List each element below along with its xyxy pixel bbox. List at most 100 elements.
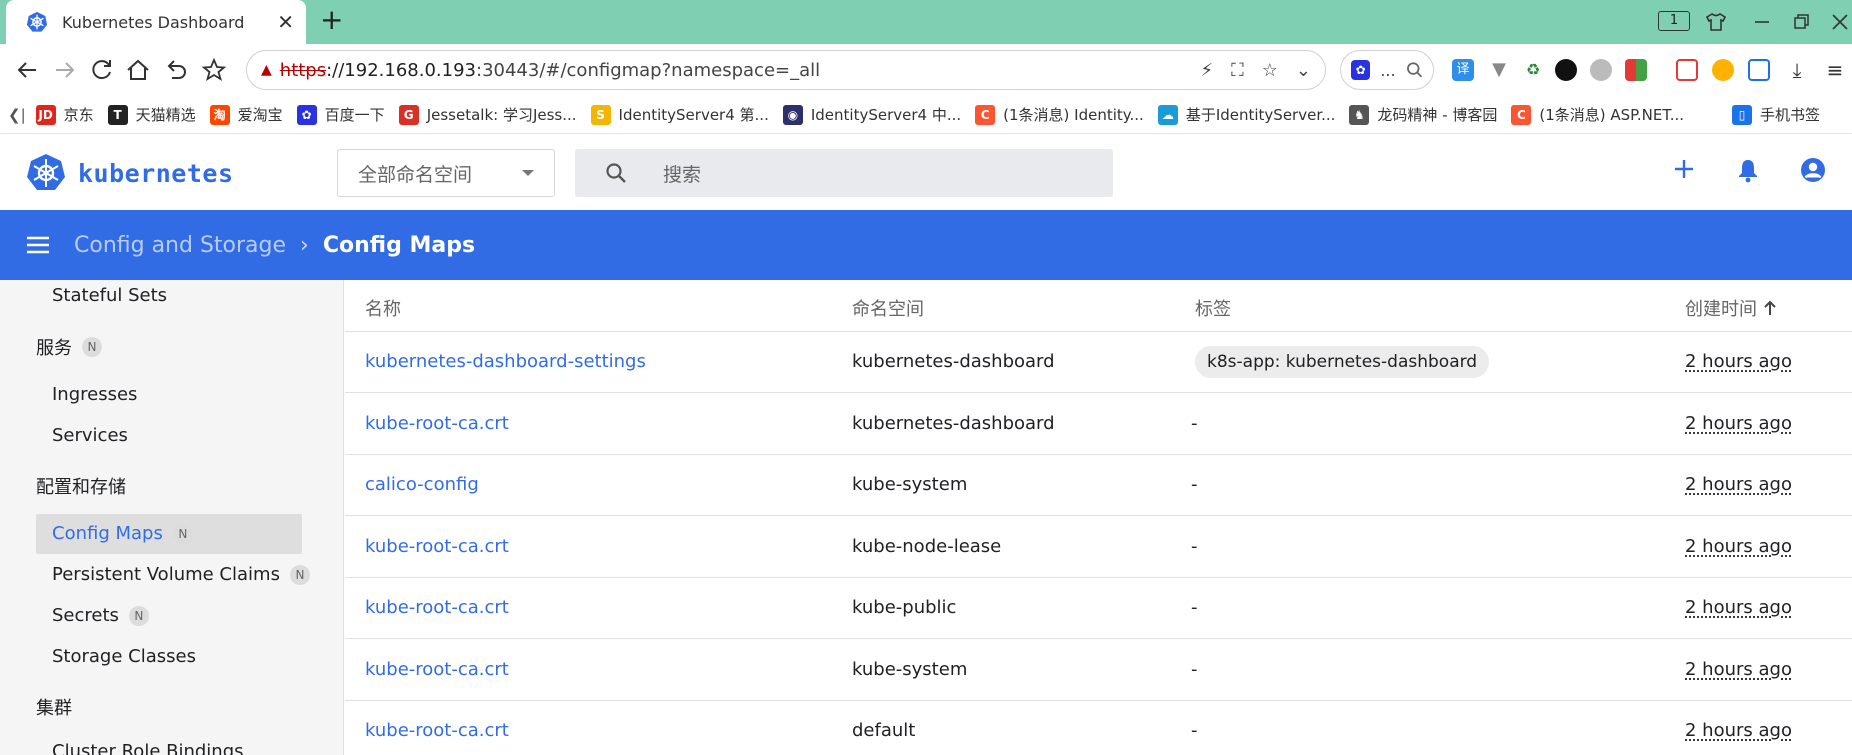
back-icon[interactable] bbox=[14, 56, 42, 84]
sidebar-item-ingresses[interactable]: Ingresses bbox=[52, 384, 137, 405]
bookmark-label: IdentityServer4 中... bbox=[810, 106, 962, 124]
bookmark-item[interactable]: ◉ IdentityServer4 中... bbox=[782, 104, 962, 125]
breadcrumb-chevron-icon: › bbox=[300, 232, 309, 258]
window-count-badge[interactable]: 1 bbox=[1658, 11, 1690, 31]
apps-grid-icon[interactable] bbox=[1625, 59, 1647, 81]
config-map-name-link[interactable]: kube-root-ca.crt bbox=[365, 413, 509, 434]
column-header-name[interactable]: 名称 bbox=[365, 295, 401, 321]
magnifier-icon[interactable] bbox=[1406, 61, 1423, 79]
sidebar-item-label: Config Maps bbox=[52, 523, 163, 544]
breadcrumb-config-and-storage[interactable]: Config and Storage bbox=[74, 233, 286, 258]
crop-icon[interactable] bbox=[1748, 59, 1770, 81]
bookmark-item[interactable]: G Jessetalk: 学习Jess... bbox=[398, 104, 577, 125]
bookmark-label: (1条消息) Identity... bbox=[1003, 106, 1144, 124]
sidebar-item-label: Secrets bbox=[52, 605, 119, 626]
sidebar-item-services[interactable]: Services bbox=[52, 425, 128, 446]
pdf-icon[interactable] bbox=[1676, 59, 1698, 81]
browser-search-box[interactable]: ✿ ... bbox=[1340, 50, 1434, 90]
url-protocol: https bbox=[279, 59, 327, 81]
menu-icon[interactable]: ≡ bbox=[1824, 59, 1846, 81]
insecure-warning-icon[interactable]: ▲ bbox=[261, 62, 272, 78]
sidebar-item-persistent-volume-claims[interactable]: Persistent Volume Claims N bbox=[52, 564, 310, 585]
baidu-search-icon: ✿ bbox=[1351, 60, 1371, 80]
namespace-cell: kube-node-lease bbox=[852, 535, 1002, 557]
gray-extension-icon[interactable] bbox=[1590, 59, 1612, 81]
label-cell: - bbox=[1191, 597, 1198, 618]
bookmark-item[interactable]: C (1条消息) ASP.NET... bbox=[1511, 104, 1684, 125]
created-time-cell: 2 hours ago bbox=[1685, 474, 1792, 495]
identityserver-icon: S bbox=[590, 104, 611, 125]
table-row: kube-root-ca.crt default - 2 hours ago bbox=[345, 701, 1852, 755]
forward-icon[interactable] bbox=[50, 56, 78, 84]
moon-icon[interactable] bbox=[1712, 59, 1734, 81]
green-extension-icon[interactable]: ♻ bbox=[1522, 59, 1544, 81]
minimize-icon[interactable] bbox=[1752, 12, 1772, 32]
search-input[interactable]: 搜索 bbox=[575, 149, 1113, 197]
taobao-icon: 淘 bbox=[209, 104, 230, 125]
reload-icon[interactable] bbox=[88, 56, 116, 84]
sidebar-section-cluster[interactable]: 集群 bbox=[36, 694, 72, 720]
label-chip[interactable]: k8s-app: kubernetes-dashboard bbox=[1195, 346, 1490, 378]
address-bar[interactable]: ▲ https://192.168.0.193:30443/#/configma… bbox=[246, 50, 1326, 90]
sidebar-section-services[interactable]: 服务 N bbox=[36, 334, 102, 360]
bookmark-item[interactable]: ♞ 龙码精神 - 博客园 bbox=[1349, 104, 1497, 125]
url-text[interactable]: https://192.168.0.193:30443/#/configmap?… bbox=[280, 60, 1201, 81]
browser-tab[interactable]: Kubernetes Dashboard ✕ bbox=[6, 0, 306, 44]
vue-devtools-icon[interactable]: ▼ bbox=[1488, 59, 1510, 81]
bookmark-item[interactable]: ✿ 百度一下 bbox=[296, 104, 385, 125]
bookmark-label: (1条消息) ASP.NET... bbox=[1539, 106, 1685, 124]
bookmark-star-icon[interactable] bbox=[200, 56, 228, 84]
bookmark-label: Jessetalk: 学习Jess... bbox=[426, 106, 577, 124]
skin-shirt-icon[interactable] bbox=[1705, 12, 1727, 32]
sidebar-item-stateful-sets[interactable]: Stateful Sets bbox=[52, 285, 167, 306]
favorite-icon[interactable]: ☆ bbox=[1262, 60, 1278, 81]
bookmark-item[interactable]: S IdentityServer4 第... bbox=[590, 104, 769, 125]
bookmark-item[interactable]: ☁ 基于IdentityServer... bbox=[1157, 104, 1335, 125]
config-map-name-link[interactable]: kube-root-ca.crt bbox=[365, 720, 509, 741]
config-map-name-link[interactable]: kube-root-ca.crt bbox=[365, 536, 509, 557]
config-map-name-link[interactable]: kube-root-ca.crt bbox=[365, 659, 509, 680]
config-maps-table: 名称 命名空间 标签 创建时间 kubernetes-dashboard-set… bbox=[345, 280, 1852, 755]
home-icon[interactable] bbox=[124, 56, 152, 84]
bookmark-item[interactable]: 淘爱淘宝 bbox=[209, 104, 283, 125]
bookmark-item[interactable]: ▯ 手机书签 bbox=[1732, 104, 1820, 125]
lightning-icon[interactable]: ⚡ bbox=[1201, 60, 1214, 81]
config-map-name-link[interactable]: calico-config bbox=[365, 474, 479, 495]
config-map-name-link[interactable]: kube-root-ca.crt bbox=[365, 597, 509, 618]
translate-icon[interactable]: 译 bbox=[1452, 59, 1474, 81]
bookmark-item[interactable]: JD 京东 bbox=[35, 104, 94, 125]
namespace-cell: default bbox=[852, 720, 916, 741]
account-icon[interactable] bbox=[1800, 157, 1826, 183]
add-icon[interactable] bbox=[1672, 157, 1696, 181]
bookmark-item[interactable]: T 天猫精选 bbox=[107, 104, 196, 125]
screenshot-icon[interactable]: ⛶ bbox=[1231, 60, 1244, 81]
label-cell: - bbox=[1191, 720, 1198, 741]
search-engine-label: ... bbox=[1380, 60, 1396, 80]
undo-close-tab-icon[interactable] bbox=[162, 56, 190, 84]
tab-close-icon[interactable]: ✕ bbox=[277, 12, 294, 32]
kubernetes-logo[interactable]: kubernetes bbox=[26, 153, 234, 193]
download-icon[interactable]: ⤓ bbox=[1786, 59, 1808, 81]
namespaced-badge: N bbox=[82, 337, 102, 357]
notifications-bell-icon[interactable] bbox=[1736, 157, 1760, 183]
sidebar-item-label: Storage Classes bbox=[52, 646, 196, 667]
column-header-label: 创建时间 bbox=[1685, 299, 1757, 320]
window-close-icon[interactable] bbox=[1830, 12, 1850, 32]
sidebar-item-config-maps[interactable]: Config Maps N bbox=[52, 523, 193, 544]
bookmark-item[interactable]: C (1条消息) Identity... bbox=[975, 104, 1144, 125]
restore-icon[interactable] bbox=[1792, 12, 1812, 32]
sidebar-item-secrets[interactable]: Secrets N bbox=[52, 605, 149, 626]
hamburger-menu-icon[interactable] bbox=[26, 235, 50, 255]
sidebar-section-config-storage[interactable]: 配置和存储 bbox=[36, 473, 126, 499]
config-map-name-link[interactable]: kubernetes-dashboard-settings bbox=[365, 351, 646, 372]
table-row: kube-root-ca.crt kube-node-lease - 2 hours … bbox=[345, 517, 1852, 578]
new-tab-button[interactable]: + bbox=[320, 6, 343, 34]
sort-ascending-arrow-icon[interactable] bbox=[1763, 300, 1777, 316]
sidebar-item-storage-classes[interactable]: Storage Classes bbox=[52, 646, 196, 667]
sidebar-item-cluster-role-bindings[interactable]: Cluster Role Bindings bbox=[52, 741, 244, 755]
namespace-select[interactable]: 全部命名空间 bbox=[337, 149, 555, 197]
dropdown-chevron-icon[interactable]: ⌄ bbox=[1296, 60, 1311, 81]
dark-mode-icon[interactable] bbox=[1555, 59, 1577, 81]
column-header-created[interactable]: 创建时间 bbox=[1685, 295, 1777, 321]
bookmarks-collapse-icon[interactable]: ❮| bbox=[8, 106, 26, 124]
